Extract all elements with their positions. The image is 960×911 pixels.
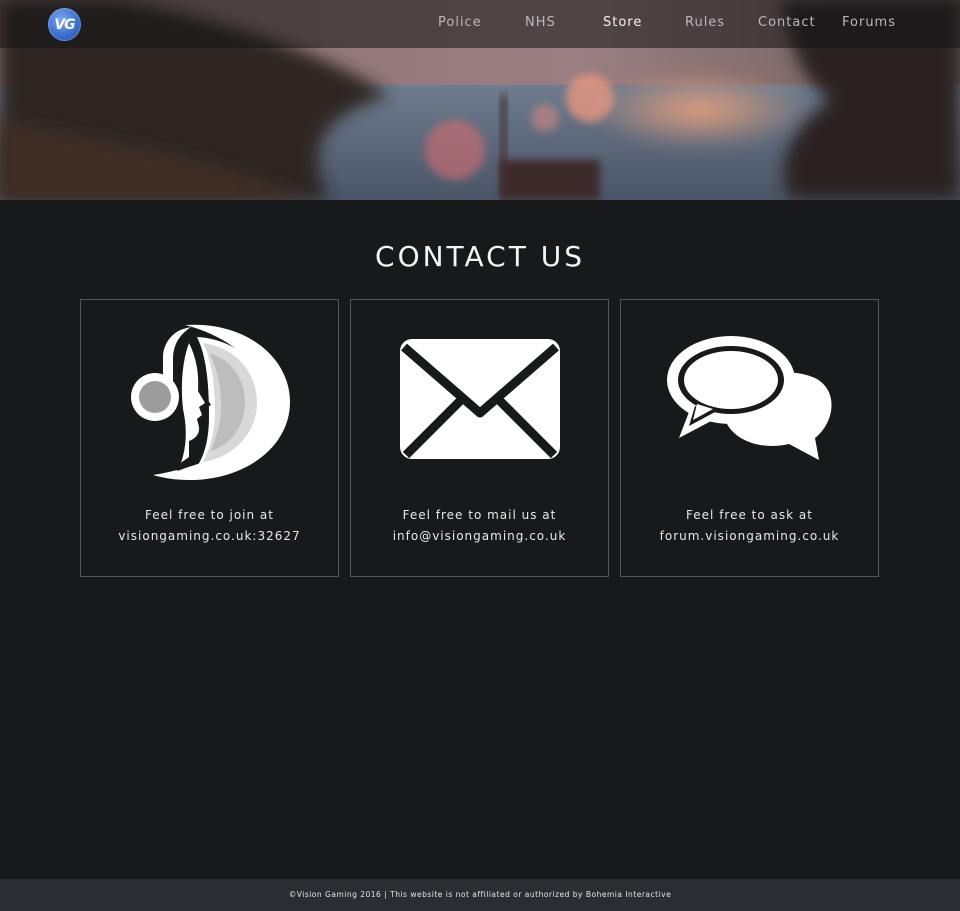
nav-link-nhs[interactable]: NHS bbox=[525, 15, 556, 30]
contact-card-forum: Feel free to ask at forum.visiongaming.c… bbox=[620, 299, 879, 577]
footer: ©Vision Gaming 2016 | This website is no… bbox=[0, 879, 960, 911]
footer-text: ©Vision Gaming 2016 | This website is no… bbox=[288, 890, 672, 899]
nav-link-rules[interactable]: Rules bbox=[685, 15, 725, 30]
page: VG Police NHS Store Rules Contact Forums… bbox=[0, 0, 960, 911]
contact-card-text: Feel free to ask at forum.visiongaming.c… bbox=[621, 505, 878, 547]
logo[interactable]: VG bbox=[48, 8, 81, 41]
contact-card-line2[interactable]: forum.visiongaming.co.uk bbox=[621, 526, 878, 547]
contact-card-line1: Feel free to join at bbox=[145, 508, 274, 522]
contact-card-line2[interactable]: info@visiongaming.co.uk bbox=[351, 526, 608, 547]
contact-card-email: Feel free to mail us at info@visiongamin… bbox=[350, 299, 609, 577]
page-title: CONTACT US bbox=[375, 240, 585, 273]
nav-link-forums[interactable]: Forums bbox=[842, 15, 896, 30]
contact-card-text: Feel free to mail us at info@visiongamin… bbox=[351, 505, 608, 547]
contact-card-line1: Feel free to mail us at bbox=[402, 508, 557, 522]
logo-text: VG bbox=[54, 16, 75, 33]
teamspeak-icon bbox=[81, 314, 338, 484]
nav-link-contact[interactable]: Contact bbox=[758, 15, 816, 30]
chat-bubbles-icon bbox=[621, 314, 878, 484]
envelope-icon bbox=[351, 314, 608, 484]
nav-link-store[interactable]: Store bbox=[603, 15, 642, 30]
top-navbar: VG Police NHS Store Rules Contact Forums bbox=[0, 0, 960, 48]
contact-card-line1: Feel free to ask at bbox=[686, 508, 813, 522]
nav-link-police[interactable]: Police bbox=[438, 15, 482, 30]
contact-card-text: Feel free to join at visiongaming.co.uk:… bbox=[81, 505, 338, 547]
contact-card-line2[interactable]: visiongaming.co.uk:32627 bbox=[81, 526, 338, 547]
contact-card-teamspeak: Feel free to join at visiongaming.co.uk:… bbox=[80, 299, 339, 577]
hero-banner: VG Police NHS Store Rules Contact Forums bbox=[0, 0, 960, 200]
